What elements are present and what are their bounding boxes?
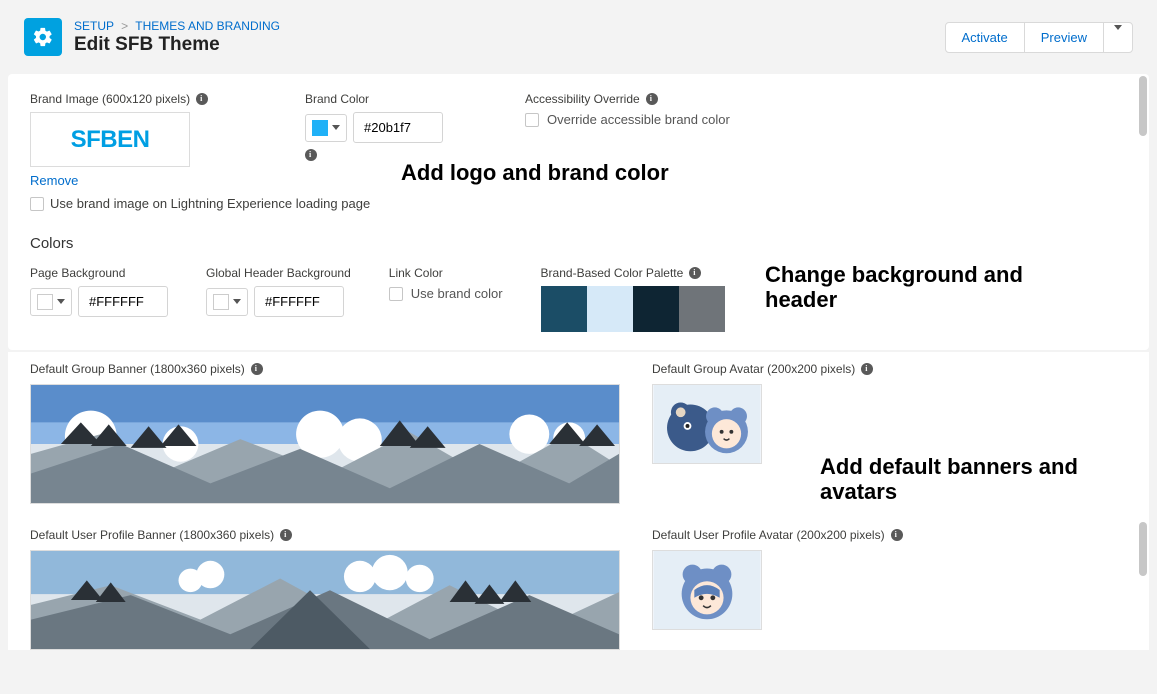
header-bg-swatch-button[interactable] bbox=[206, 288, 248, 316]
setup-gear-icon bbox=[24, 18, 62, 56]
breadcrumb-leaf[interactable]: THEMES AND BRANDING bbox=[135, 19, 280, 33]
info-icon[interactable] bbox=[689, 267, 701, 279]
header-bg-swatch bbox=[213, 294, 229, 310]
group-avatar-image[interactable] bbox=[652, 384, 762, 464]
chevron-down-icon bbox=[1114, 25, 1122, 45]
group-avatar-label: Default Group Avatar (200x200 pixels) bbox=[652, 362, 855, 376]
accessibility-field: Accessibility Override Override accessib… bbox=[525, 92, 1127, 127]
group-banner-label: Default Group Banner (1800x360 pixels) bbox=[30, 362, 245, 376]
breadcrumb: SETUP > THEMES AND BRANDING bbox=[74, 19, 280, 33]
breadcrumb-separator: > bbox=[121, 19, 128, 33]
user-avatar-image[interactable] bbox=[652, 550, 762, 630]
annotation-bg: Change background and header bbox=[765, 262, 1085, 313]
info-icon[interactable] bbox=[196, 93, 208, 105]
brand-image-preview[interactable]: SFBEN bbox=[30, 112, 190, 167]
override-checkbox-label: Override accessible brand color bbox=[547, 112, 730, 127]
header-bg-label: Global Header Background bbox=[206, 266, 351, 280]
palette-label: Brand-Based Color Palette bbox=[541, 266, 684, 280]
scrollbar[interactable] bbox=[1139, 522, 1147, 576]
info-icon[interactable] bbox=[861, 363, 873, 375]
use-brand-color-checkbox[interactable] bbox=[389, 287, 403, 301]
scrollbar[interactable] bbox=[1139, 76, 1147, 136]
remove-link[interactable]: Remove bbox=[30, 173, 78, 188]
use-brand-image-checkbox[interactable] bbox=[30, 197, 44, 211]
page-bg-swatch bbox=[37, 294, 53, 310]
brand-color-field: Brand Color bbox=[305, 92, 465, 164]
override-checkbox[interactable] bbox=[525, 113, 539, 127]
accessibility-label: Accessibility Override bbox=[525, 92, 640, 106]
preview-button[interactable]: Preview bbox=[1024, 22, 1104, 53]
group-banner-image[interactable] bbox=[30, 384, 620, 504]
activate-button[interactable]: Activate bbox=[945, 22, 1025, 53]
header-background-field: Global Header Background bbox=[206, 266, 351, 317]
defaults-panel: Default Group Banner (1800x360 pixels) bbox=[8, 352, 1149, 650]
link-color-label: Link Color bbox=[389, 266, 443, 280]
group-banner-field: Default Group Banner (1800x360 pixels) bbox=[30, 362, 620, 504]
annotation-defaults: Add default banners and avatars bbox=[820, 454, 1140, 505]
palette-swatch-1[interactable] bbox=[541, 286, 587, 332]
header-bg-input[interactable] bbox=[254, 286, 344, 317]
info-icon[interactable] bbox=[280, 529, 292, 541]
brand-color-label: Brand Color bbox=[305, 92, 369, 106]
palette-swatch-3[interactable] bbox=[633, 286, 679, 332]
info-icon[interactable] bbox=[646, 93, 658, 105]
link-color-field: Link Color Use brand color bbox=[389, 266, 503, 301]
page-title: Edit SFB Theme bbox=[74, 34, 280, 56]
brand-color-swatch-button[interactable] bbox=[305, 114, 347, 142]
user-avatar-label: Default User Profile Avatar (200x200 pix… bbox=[652, 528, 885, 542]
colors-section-title: Colors bbox=[30, 235, 1127, 252]
brand-panel: Brand Image (600x120 pixels) SFBEN Remov… bbox=[8, 74, 1149, 350]
page-bg-swatch-button[interactable] bbox=[30, 288, 72, 316]
palette-swatches bbox=[541, 286, 725, 332]
brand-color-input[interactable] bbox=[353, 112, 443, 143]
user-avatar-field: Default User Profile Avatar (200x200 pix… bbox=[652, 528, 932, 650]
logo-ben: BEN bbox=[100, 126, 149, 153]
page-bg-label: Page Background bbox=[30, 266, 125, 280]
brand-color-swatch bbox=[312, 120, 328, 136]
chevron-down-icon bbox=[233, 299, 241, 304]
more-actions-button[interactable] bbox=[1103, 22, 1133, 53]
info-icon[interactable] bbox=[305, 149, 317, 161]
user-banner-image[interactable] bbox=[30, 550, 620, 650]
user-banner-field: Default User Profile Banner (1800x360 pi… bbox=[30, 528, 620, 650]
info-icon[interactable] bbox=[891, 529, 903, 541]
brand-image-field: Brand Image (600x120 pixels) SFBEN Remov… bbox=[30, 92, 245, 188]
header-left: SETUP > THEMES AND BRANDING Edit SFB The… bbox=[24, 18, 280, 56]
annotation-logo: Add logo and brand color bbox=[401, 160, 669, 186]
chevron-down-icon bbox=[57, 299, 65, 304]
chevron-down-icon bbox=[332, 125, 340, 130]
info-icon[interactable] bbox=[251, 363, 263, 375]
page-header: SETUP > THEMES AND BRANDING Edit SFB The… bbox=[0, 0, 1157, 74]
gear-icon bbox=[32, 26, 54, 48]
use-brand-image-label: Use brand image on Lightning Experience … bbox=[50, 196, 370, 211]
page-bg-input[interactable] bbox=[78, 286, 168, 317]
header-actions: Activate Preview bbox=[945, 22, 1134, 53]
logo-image: SFBEN bbox=[71, 126, 150, 154]
breadcrumb-root[interactable]: SETUP bbox=[74, 19, 114, 33]
page-background-field: Page Background bbox=[30, 266, 168, 317]
palette-swatch-4[interactable] bbox=[679, 286, 725, 332]
user-banner-label: Default User Profile Banner (1800x360 pi… bbox=[30, 528, 274, 542]
palette-field: Brand-Based Color Palette bbox=[541, 266, 725, 332]
palette-swatch-2[interactable] bbox=[587, 286, 633, 332]
logo-sf: SF bbox=[71, 126, 101, 153]
brand-image-label: Brand Image (600x120 pixels) bbox=[30, 92, 190, 106]
use-brand-color-label: Use brand color bbox=[411, 286, 503, 301]
